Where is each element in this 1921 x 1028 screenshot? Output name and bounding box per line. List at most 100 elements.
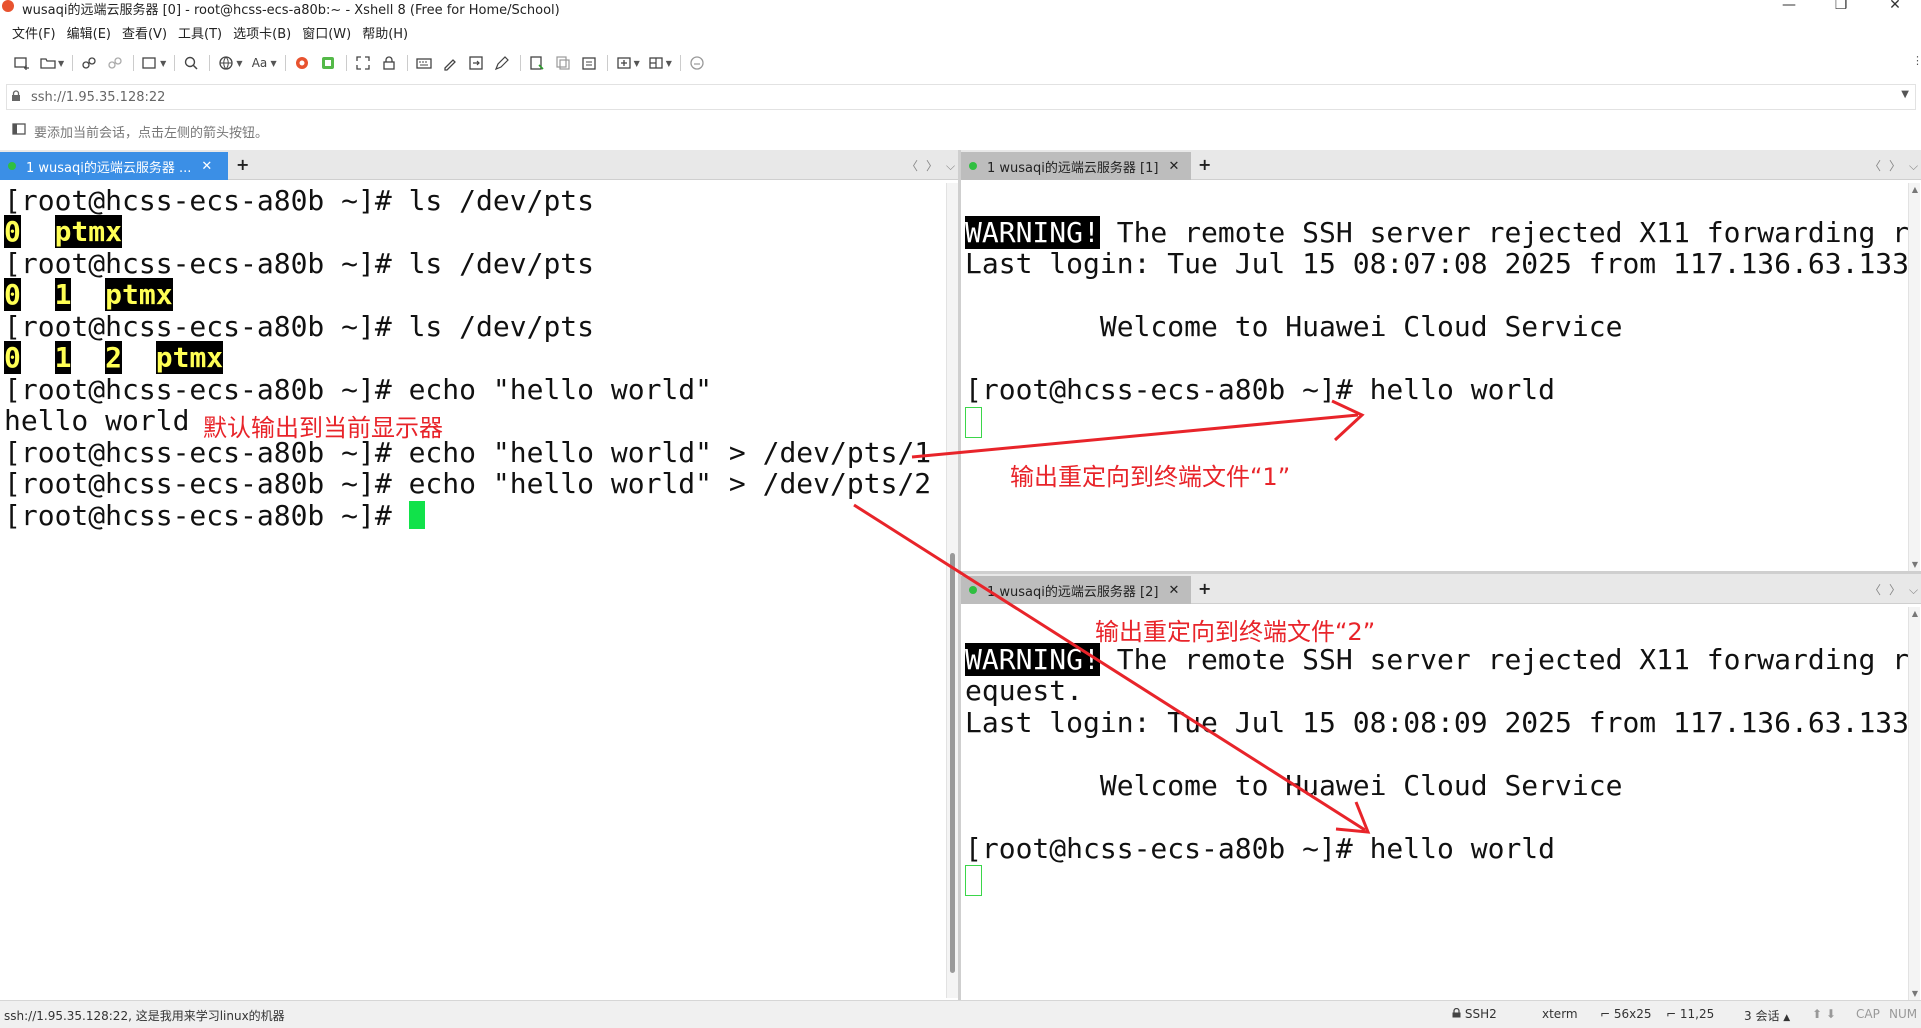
- terminal-cursor: [965, 407, 982, 438]
- toolbar-divider: [72, 55, 74, 71]
- left-tab-bar: 1 wusaqi的远端云服务器 ... ✕ + 〈〉⌵: [0, 150, 960, 180]
- chevron-down-icon[interactable]: ▼: [236, 59, 242, 68]
- toolbar-divider: [679, 55, 681, 71]
- scroll-up-icon[interactable]: ▲: [1909, 185, 1921, 194]
- menu-view[interactable]: 查看(V): [122, 23, 167, 42]
- close-button[interactable]: ✕: [1880, 0, 1910, 14]
- size-icon: ⌐: [1600, 1007, 1611, 1021]
- xftp-icon[interactable]: [292, 53, 312, 73]
- copy-icon[interactable]: [553, 53, 573, 73]
- status-protocol: SSH2: [1452, 1007, 1497, 1021]
- terminal-right-top[interactable]: WARNING! The remote SSH server rejected …: [961, 183, 1908, 571]
- toolbar-divider: [284, 55, 286, 71]
- find-icon[interactable]: [181, 53, 201, 73]
- scroll-down-icon[interactable]: ▼: [1909, 989, 1921, 998]
- scroll-up-icon[interactable]: ▲: [1909, 609, 1921, 618]
- menu-tabs[interactable]: 选项卡(B): [233, 23, 291, 42]
- position-icon: ⌐: [1666, 1007, 1677, 1021]
- toolbar-divider: [345, 55, 347, 71]
- status-scroll-arrows[interactable]: ⬆ ⬇: [1812, 1007, 1836, 1021]
- menu-tools[interactable]: 工具(T): [178, 23, 222, 42]
- toolbar-overflow-icon[interactable]: ⋮: [1912, 54, 1921, 67]
- status-cursor-position: ⌐ 11,25: [1666, 1007, 1715, 1021]
- tab-nav-arrows[interactable]: 〈〉⌵: [906, 157, 963, 174]
- hint-text: 要添加当前会话，点击左侧的箭头按钮。: [34, 125, 269, 141]
- add-session-arrow-icon[interactable]: [12, 122, 28, 140]
- terminal-right-bottom[interactable]: WARNING! The remote SSH server rejected …: [961, 607, 1908, 1000]
- annotation-redirect-1: 输出重定向到终端文件“1”: [1010, 463, 1291, 491]
- address-input[interactable]: ssh://1.95.35.128:22: [31, 90, 165, 105]
- tab-session-2[interactable]: 1 wusaqi的远端云服务器 [2] ✕: [961, 576, 1191, 604]
- right-top-scrollbar[interactable]: ▲ ▼: [1908, 183, 1920, 571]
- paste-icon[interactable]: [579, 53, 599, 73]
- menu-edit[interactable]: 编辑(E): [67, 23, 111, 42]
- menu-window[interactable]: 窗口(W): [302, 23, 351, 42]
- terminal-line: [root@hcss-ecs-a80b ~]#: [4, 500, 425, 531]
- terminal-line: [root@hcss-ecs-a80b ~]# ls /dev/pts: [4, 310, 595, 343]
- scrollbar-thumb[interactable]: [950, 553, 955, 973]
- chevron-down-icon[interactable]: ▼: [58, 59, 64, 68]
- new-tab-button[interactable]: +: [1198, 579, 1211, 598]
- chevron-down-icon[interactable]: ▼: [160, 59, 166, 68]
- new-session-icon[interactable]: [12, 53, 32, 73]
- new-tab-button[interactable]: +: [236, 155, 249, 174]
- status-terminal-type: xterm: [1542, 1007, 1578, 1021]
- fullscreen-icon[interactable]: [353, 53, 373, 73]
- toolbar-divider: [606, 55, 608, 71]
- terminal-cursor: [965, 865, 982, 896]
- menu-file[interactable]: 文件(F): [12, 23, 56, 42]
- right-bottom-tab-bar: 1 wusaqi的远端云服务器 [2] ✕ + 〈〉⌵: [961, 574, 1921, 604]
- chevron-up-icon[interactable]: ▲: [1783, 1013, 1790, 1023]
- compose-icon[interactable]: [492, 53, 512, 73]
- lock-icon[interactable]: [379, 53, 399, 73]
- globe-icon[interactable]: [216, 53, 236, 73]
- disconnect-icon[interactable]: [105, 53, 125, 73]
- new-tab-icon[interactable]: [140, 53, 160, 73]
- terminal-line: 0 1 2 ptmx: [4, 341, 224, 374]
- restore-button[interactable]: ❐: [1826, 0, 1856, 14]
- tab-nav-arrows[interactable]: 〈〉⌵: [1869, 581, 1921, 598]
- terminal-line: Last login: Tue Jul 15 08:08:09 2025 fro…: [965, 706, 1908, 739]
- menu-help[interactable]: 帮助(H): [362, 23, 408, 42]
- toolbar-divider: [519, 55, 521, 71]
- chevron-down-icon[interactable]: ▼: [634, 59, 640, 68]
- terminal-line: WARNING! The remote SSH server rejected …: [965, 643, 1908, 676]
- open-folder-icon[interactable]: [38, 53, 58, 73]
- chevron-down-icon[interactable]: ▼: [270, 59, 276, 68]
- script-icon[interactable]: [440, 53, 460, 73]
- transfer-icon[interactable]: [466, 53, 486, 73]
- status-connection-text: ssh://1.95.35.128:22, 这是我用来学习linux的机器: [4, 1009, 285, 1023]
- status-bar: ssh://1.95.35.128:22, 这是我用来学习linux的机器 SS…: [0, 1000, 1921, 1028]
- log-icon[interactable]: [527, 53, 547, 73]
- scroll-down-icon[interactable]: ▼: [1909, 560, 1921, 569]
- tab-nav-arrows[interactable]: 〈〉⌵: [1869, 157, 1921, 174]
- connected-status-icon: [969, 586, 977, 594]
- terminal-left[interactable]: [root@hcss-ecs-a80b ~]# ls /dev/pts 0 pt…: [0, 183, 946, 998]
- terminal-line: [root@hcss-ecs-a80b ~]# echo "hello worl…: [4, 373, 713, 406]
- close-tab-icon[interactable]: ✕: [1168, 583, 1179, 598]
- toolbar-divider: [174, 55, 176, 71]
- chevron-down-icon[interactable]: ▼: [666, 59, 672, 68]
- help-icon[interactable]: [687, 53, 707, 73]
- add-icon[interactable]: [614, 53, 634, 73]
- close-tab-icon[interactable]: ✕: [201, 159, 212, 174]
- tab-session-1[interactable]: 1 wusaqi的远端云服务器 [1] ✕: [961, 152, 1191, 180]
- tab-session-0[interactable]: 1 wusaqi的远端云服务器 ... ✕: [0, 152, 228, 180]
- close-tab-icon[interactable]: ✕: [1168, 159, 1179, 174]
- right-bottom-scrollbar[interactable]: ▲ ▼: [1908, 607, 1920, 1000]
- window-title: wusaqi的远端云服务器 [0] - root@hcss-ecs-a80b:~…: [22, 3, 560, 18]
- minimize-button[interactable]: —: [1774, 0, 1804, 14]
- font-icon[interactable]: Aa: [248, 53, 270, 73]
- left-scrollbar[interactable]: [946, 183, 958, 998]
- reconnect-icon[interactable]: [79, 53, 99, 73]
- toolbar-divider: [133, 55, 135, 71]
- address-dropdown-icon[interactable]: ▼: [1901, 89, 1909, 100]
- address-bar[interactable]: ssh://1.95.35.128:22 ▼: [6, 84, 1916, 110]
- keyboard-icon[interactable]: [414, 53, 434, 73]
- new-tab-button[interactable]: +: [1198, 155, 1211, 174]
- terminal-cursor: [408, 501, 425, 529]
- layout-icon[interactable]: [646, 53, 666, 73]
- xmanager-icon[interactable]: [318, 53, 338, 73]
- connected-status-icon: [969, 162, 977, 170]
- status-session-count[interactable]: 3 会话 ▲: [1744, 1007, 1790, 1024]
